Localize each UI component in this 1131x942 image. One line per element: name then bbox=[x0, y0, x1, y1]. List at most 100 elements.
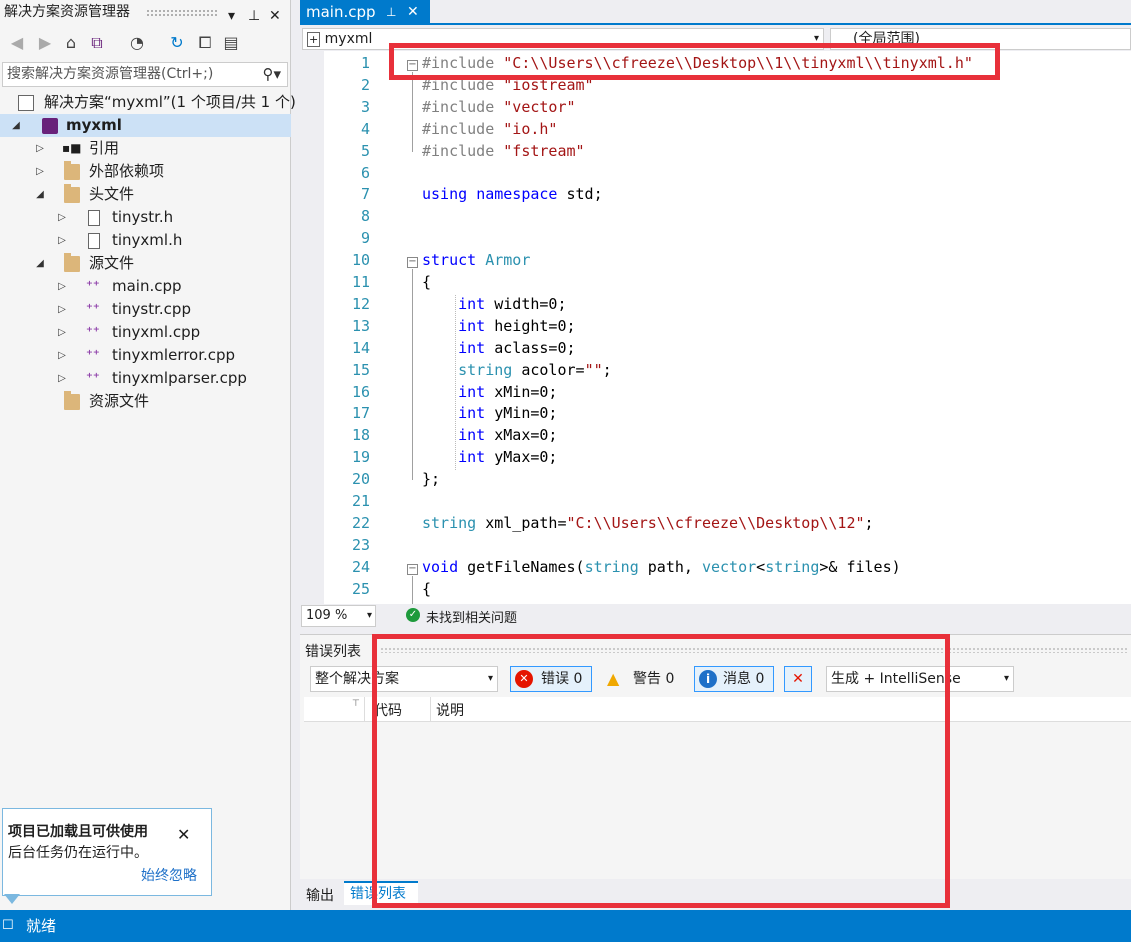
home-icon[interactable]: ⌂ bbox=[60, 33, 82, 52]
indent-guide bbox=[455, 294, 456, 471]
forward-icon[interactable]: ▶ bbox=[34, 33, 56, 52]
code-line[interactable]: }; bbox=[422, 470, 440, 488]
collapse-all-icon[interactable]: ⧠ bbox=[194, 33, 216, 53]
line-number: 3 bbox=[360, 97, 370, 116]
ignore-link[interactable]: 始终忽略 bbox=[141, 865, 197, 885]
line-number: 1 bbox=[360, 54, 370, 72]
pin-icon[interactable]: ⊥ bbox=[248, 4, 260, 29]
tree-item-tinyxmlparser-cpp[interactable]: ▷ ⁺⁺ tinyxmlparser.cpp bbox=[0, 367, 291, 390]
collapsed-arrow-icon[interactable]: ▷ bbox=[56, 229, 68, 252]
code-line[interactable]: int yMax=0; bbox=[422, 448, 557, 466]
refresh-icon[interactable]: ↻ bbox=[166, 33, 188, 52]
pin-icon[interactable]: ⊥ bbox=[386, 0, 396, 25]
code-line[interactable]: { bbox=[422, 273, 431, 291]
collapsed-arrow-icon[interactable]: ▷ bbox=[56, 298, 68, 321]
filter-icon[interactable]: ⊤ bbox=[352, 699, 360, 709]
close-icon[interactable]: ✕ bbox=[177, 825, 190, 844]
code-line[interactable]: int width=0; bbox=[422, 295, 566, 313]
tree-solution-node[interactable]: 解决方案“myxml”(1 个项目/共 1 个) bbox=[0, 91, 296, 114]
back-icon[interactable]: ◀ bbox=[6, 33, 28, 52]
notification-title: 项目已加载且可供使用 bbox=[8, 824, 148, 840]
code-line[interactable]: #include "vector" bbox=[422, 98, 576, 116]
line-number: 23 bbox=[351, 535, 370, 554]
line-number: 11 bbox=[351, 273, 370, 291]
project-label: myxml bbox=[66, 116, 122, 134]
collapsed-arrow-icon[interactable]: ▷ bbox=[56, 206, 68, 229]
tree-item-resources[interactable]: 资源文件 bbox=[0, 390, 291, 413]
line-number: 6 bbox=[360, 163, 370, 182]
tree-item-tinyxmlerror-cpp[interactable]: ▷ ⁺⁺ tinyxmlerror.cpp bbox=[0, 344, 291, 367]
issues-status: 未找到相关问题 bbox=[426, 611, 518, 626]
tree-item-tinyxml-h[interactable]: ▷ tinyxml.h bbox=[0, 229, 291, 252]
zoom-dropdown[interactable]: 109 % ▾ bbox=[301, 605, 376, 627]
solution-search-input[interactable]: 搜索解决方案资源管理器(Ctrl+;) ⚲▾ bbox=[2, 62, 288, 87]
collapsed-arrow-icon[interactable]: ▷ bbox=[34, 137, 46, 160]
expanded-arrow-icon[interactable]: ◢ bbox=[34, 252, 46, 275]
code-line[interactable]: using namespace std; bbox=[422, 185, 603, 203]
collapse-toggle-icon[interactable]: − bbox=[407, 257, 418, 269]
collapsed-arrow-icon[interactable]: ▷ bbox=[56, 344, 68, 367]
chevron-down-icon[interactable]: ▾ bbox=[228, 4, 235, 29]
code-line[interactable]: #include "io.h" bbox=[422, 120, 557, 138]
line-number: 25 bbox=[351, 579, 370, 598]
line-number: 7 bbox=[360, 185, 370, 204]
collapsed-arrow-icon[interactable]: ▷ bbox=[56, 367, 68, 390]
header-file-icon bbox=[88, 233, 100, 249]
tab-main-cpp[interactable]: main.cpp ⊥ ✕ bbox=[300, 0, 430, 25]
collapsed-arrow-icon[interactable]: ▷ bbox=[56, 275, 68, 298]
expanded-arrow-icon[interactable]: ◢ bbox=[34, 183, 46, 206]
panel-title: 错误列表 bbox=[305, 644, 361, 660]
code-line[interactable]: void getFileNames(string path, vector<st… bbox=[422, 558, 901, 576]
collapsed-arrow-icon[interactable]: ▷ bbox=[56, 321, 68, 344]
tree-item-tinystr-h[interactable]: ▷ tinystr.h bbox=[0, 206, 291, 229]
history-icon[interactable]: ◔ bbox=[126, 33, 148, 52]
fold-guide bbox=[412, 72, 413, 152]
fold-guide bbox=[412, 269, 413, 481]
code-line[interactable]: int height=0; bbox=[422, 317, 575, 335]
properties-icon[interactable]: ▤ bbox=[220, 33, 242, 52]
tree-item-main-cpp[interactable]: ▷ ⁺⁺ main.cpp bbox=[0, 275, 291, 298]
folder-icon bbox=[64, 253, 80, 272]
status-icon: ☐ bbox=[2, 918, 14, 933]
tree-item-references[interactable]: ▷ ▪■ 引用 bbox=[0, 137, 291, 160]
collapse-toggle-icon[interactable]: − bbox=[407, 563, 418, 575]
line-number: 4 bbox=[360, 119, 370, 138]
code-line[interactable]: int xMin=0; bbox=[422, 383, 557, 401]
line-number: 21 bbox=[351, 492, 370, 510]
tree-item-external-deps[interactable]: ▷ 外部依赖项 bbox=[0, 160, 291, 183]
code-line[interactable]: #include "fstream" bbox=[422, 142, 585, 160]
line-number: 22 bbox=[351, 513, 370, 532]
status-text: 就绪 bbox=[26, 917, 57, 935]
search-icon[interactable]: ⚲▾ bbox=[262, 63, 281, 86]
tree-item-tinyxml-cpp[interactable]: ▷ ⁺⁺ tinyxml.cpp bbox=[0, 321, 291, 344]
tree-item-headers[interactable]: ◢ 头文件 bbox=[0, 183, 291, 206]
code-line[interactable]: int xMax=0; bbox=[422, 426, 557, 444]
code-line[interactable]: string acolor=""; bbox=[422, 361, 612, 379]
line-number: 5 bbox=[360, 141, 370, 160]
code-line[interactable]: int yMin=0; bbox=[422, 404, 557, 422]
chevron-down-icon: ▾ bbox=[1003, 673, 1009, 684]
tree-item-tinystr-cpp[interactable]: ▷ ⁺⁺ tinystr.cpp bbox=[0, 298, 291, 321]
tree-item-sources[interactable]: ◢ 源文件 bbox=[0, 252, 291, 275]
collapsed-arrow-icon[interactable]: ▷ bbox=[34, 160, 46, 183]
solution-icon bbox=[18, 95, 34, 111]
code-line[interactable]: { bbox=[422, 580, 431, 598]
code-line[interactable]: int aclass=0; bbox=[422, 339, 575, 357]
code-editor[interactable]: 1 #include "C:\\Users\\cfreeze\\Desktop\\… bbox=[300, 51, 1131, 604]
tab-output[interactable]: 输出 bbox=[306, 885, 334, 905]
tree-project-node[interactable]: ◢ myxml bbox=[0, 114, 291, 137]
drag-grip[interactable] bbox=[146, 9, 218, 16]
expanded-arrow-icon[interactable]: ◢ bbox=[10, 114, 22, 137]
code-line[interactable]: struct Armor bbox=[422, 251, 530, 269]
line-number: 16 bbox=[351, 382, 370, 401]
switch-views-icon[interactable]: ⧉ bbox=[86, 33, 108, 53]
close-icon[interactable]: ✕ bbox=[269, 4, 281, 29]
code-line[interactable]: string xml_path="C:\\Users\\cfreeze\\Des… bbox=[422, 514, 874, 532]
check-icon: ✓ bbox=[406, 608, 420, 622]
folder-icon bbox=[64, 184, 80, 203]
close-icon[interactable]: ✕ bbox=[407, 0, 419, 25]
panel-title: 解决方案资源管理器 bbox=[4, 4, 130, 20]
header-file-icon bbox=[88, 210, 100, 226]
solution-explorer-panel: 解决方案资源管理器 ▾ ⊥ ✕ ◀ ▶ ⌂ ⧉ ◔ ↻ ⧠ ▤ 搜索解决方案资源… bbox=[0, 0, 296, 910]
notification-body: 后台任务仍在运行中。 bbox=[8, 845, 148, 861]
